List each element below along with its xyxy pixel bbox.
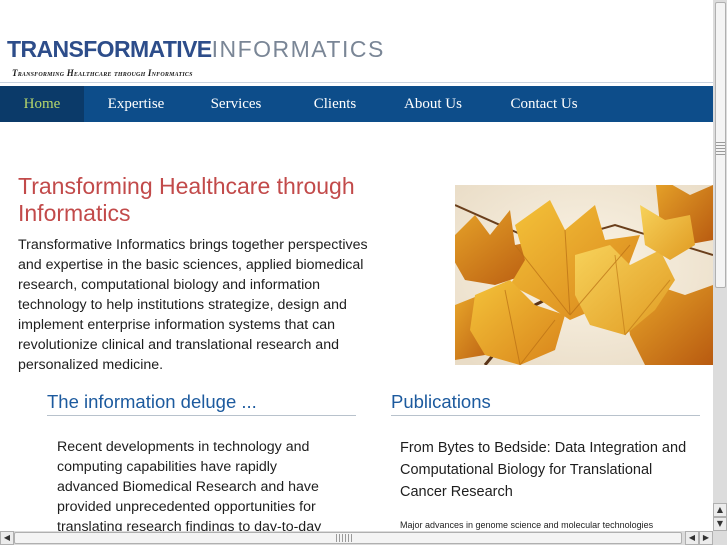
arrow-left-icon[interactable]: ◀	[685, 531, 699, 545]
arrow-up-icon[interactable]: ▲	[713, 503, 727, 517]
nav-item-expertise[interactable]: Expertise	[84, 86, 188, 122]
horizontal-grip-icon	[336, 534, 352, 542]
main-nav: Home Expertise Services Clients About Us…	[0, 86, 713, 122]
site-tagline: Transforming Healthcare through Informat…	[12, 68, 193, 78]
header-divider	[0, 82, 713, 83]
autumn-leaves-illustration	[455, 185, 713, 365]
intro-body: Transformative Informatics brings togeth…	[18, 237, 368, 373]
scrollbar-corner	[713, 531, 727, 545]
intro-title: Transforming Healthcare through Informat…	[18, 173, 355, 226]
arrow-left-icon[interactable]: ◀	[0, 531, 14, 545]
publication-title-link[interactable]: From Bytes to Bedside: Data Integration …	[400, 437, 700, 503]
nav-item-about-us[interactable]: About Us	[386, 86, 480, 122]
nav-item-services[interactable]: Services	[188, 86, 284, 122]
vertical-grip-icon	[716, 142, 725, 156]
logo-text-transformative: TRANSFORMATIVE	[7, 36, 212, 62]
section-heading-information-deluge: The information deluge ...	[47, 391, 356, 416]
section-body-information-deluge: Recent developments in technology and co…	[57, 439, 322, 531]
nav-item-home[interactable]: Home	[0, 86, 84, 122]
site-logo[interactable]: TRANSFORMATIVEINFORMATICS	[7, 36, 385, 62]
nav-item-clients[interactable]: Clients	[284, 86, 386, 122]
arrow-down-icon[interactable]: ▼	[713, 517, 727, 531]
logo-text-informatics: INFORMATICS	[211, 36, 385, 62]
section-heading-publications: Publications	[391, 391, 700, 416]
publication-summary: Major advances in genome science and mol…	[400, 520, 654, 530]
arrow-right-icon[interactable]: ▶	[699, 531, 713, 545]
page-viewport: TRANSFORMATIVEINFORMATICS Transforming H…	[0, 0, 713, 531]
nav-item-contact-us[interactable]: Contact Us	[480, 86, 608, 122]
autumn-leaves-image	[455, 185, 713, 365]
